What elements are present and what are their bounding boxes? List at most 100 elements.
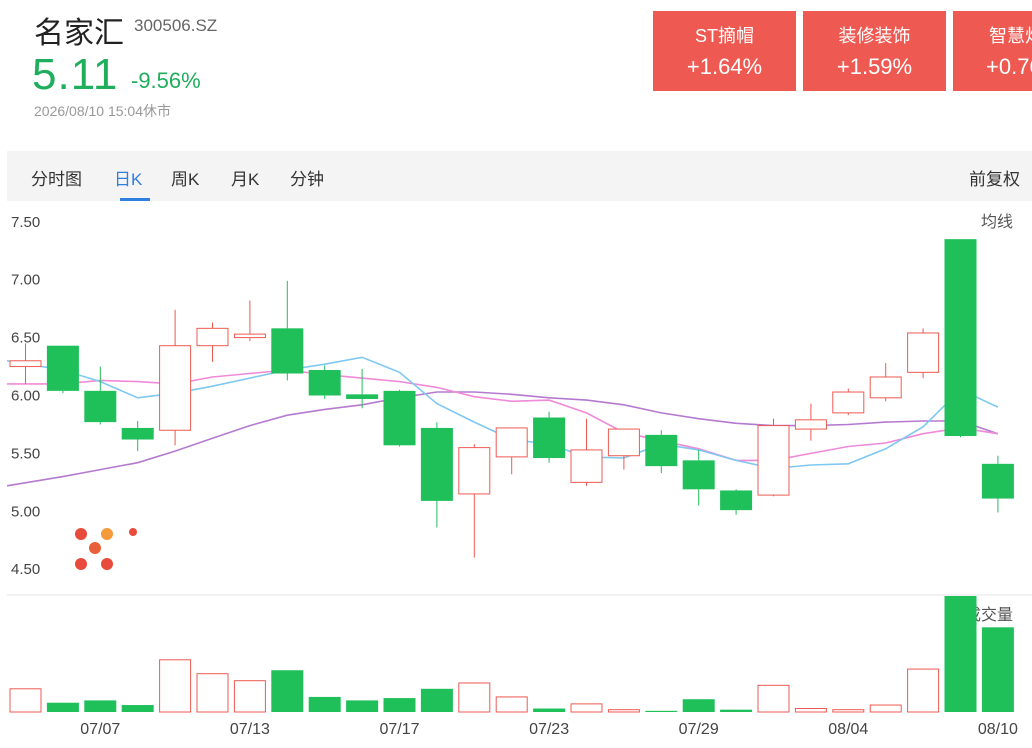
sector-change: +1.59% [836, 54, 913, 79]
tab-intraday[interactable]: 分时图 [31, 165, 82, 190]
candles [9, 239, 1014, 558]
moving-average-lines [6, 356, 999, 487]
candle-body [495, 427, 528, 458]
tab-daily-k[interactable]: 日K [114, 165, 142, 190]
candle [533, 411, 566, 463]
candle-body [682, 460, 715, 490]
candle-body [720, 490, 753, 511]
candle [196, 322, 229, 362]
volume-bars [9, 596, 1014, 713]
tab-monthly-k[interactable]: 月K [231, 165, 259, 190]
candle-body [159, 345, 192, 431]
candle-body [944, 239, 977, 437]
sector-card-st[interactable]: ST摘帽 +1.64% [653, 11, 796, 91]
x-axis: 07/07 07/13 07/17 07/23 07/29 08/04 08/10 [80, 721, 1018, 738]
candle-body [121, 427, 154, 440]
y-axis: 7.507.006.506.005.505.004.50 [11, 214, 40, 578]
candle [383, 389, 416, 447]
watermark-logo [75, 528, 137, 570]
candle [682, 449, 715, 506]
volume-bar [159, 659, 192, 713]
ma-legend-label: 均线 [981, 213, 1013, 231]
volume-bar [720, 709, 753, 712]
tab-weekly-k[interactable]: 周K [171, 165, 199, 190]
x-tick-label: 07/07 [80, 721, 120, 738]
candle [794, 403, 827, 441]
candle [9, 343, 42, 384]
candle [645, 430, 678, 474]
sector-change: +0.76% [986, 54, 1032, 79]
volume-bar [682, 699, 715, 712]
candle-body [907, 332, 940, 373]
candle [233, 300, 266, 342]
price-adjust-toggle[interactable]: 前复权 [969, 165, 1020, 190]
candle [458, 444, 491, 558]
candle-body [383, 390, 416, 446]
volume-bar [570, 703, 603, 713]
logo-dot [75, 558, 87, 570]
volume-bar [869, 704, 902, 713]
volume-bar [757, 684, 790, 713]
sector-card-decoration[interactable]: 装修装饰 +1.59% [803, 11, 946, 91]
kline-chart[interactable]: 均线 成交量 7.50 7.00 6.50 6.00 5.50 5.00 4.50 07/0… [6, 202, 1032, 743]
sector-name: 装修装饰 [838, 26, 911, 46]
candle-body [196, 327, 229, 347]
candle-body [458, 447, 491, 495]
volume-bar [645, 710, 678, 712]
sector-name: 智慧灯 [989, 26, 1032, 46]
candle-body [308, 370, 341, 396]
sector-change: +1.64% [686, 54, 763, 79]
candle [308, 365, 341, 399]
candle-body [757, 425, 790, 496]
volume-bar [944, 596, 977, 712]
candle [420, 422, 453, 528]
volume-bar [84, 700, 117, 712]
candle-body [981, 463, 1014, 499]
y-tick-label: 5.00 [11, 503, 40, 520]
stock-name: 名家汇 [34, 17, 124, 50]
candle-body [794, 419, 827, 430]
candle-body [84, 390, 117, 423]
price-change-percent: -9.56% [131, 68, 201, 93]
volume-bar [383, 698, 416, 712]
candle [46, 345, 79, 394]
y-tick-label: 5.50 [11, 445, 40, 462]
volume-bar [981, 627, 1014, 712]
candle-body [233, 333, 266, 339]
candle-body [9, 360, 42, 368]
logo-dot [75, 528, 87, 540]
candle-body [869, 376, 902, 399]
volume-bar [121, 705, 154, 712]
candle [832, 388, 865, 416]
y-tick-label: 7.50 [11, 214, 40, 231]
x-tick-label: 08/04 [828, 721, 868, 738]
volume-bar [346, 700, 379, 712]
candle [720, 489, 753, 515]
tab-minute[interactable]: 分钟 [290, 165, 324, 190]
chart-tab-bar: 分时图 日K 周K 月K 分钟 前复权 [7, 151, 1032, 201]
candle-body [607, 428, 640, 457]
candle [944, 239, 977, 438]
candle-body [420, 427, 453, 501]
y-tick-label: 6.00 [11, 388, 40, 405]
volume-bar [196, 673, 229, 713]
candle [607, 428, 640, 470]
candle [159, 309, 192, 446]
x-tick-label: 07/13 [230, 721, 270, 738]
sector-card-smart-light[interactable]: 智慧灯 +0.76% [953, 11, 1032, 91]
stock-code: 300506.SZ [134, 16, 218, 35]
kline-chart-svg: 均线 成交量 7.507.006.506.005.505.004.50 07/0… [6, 213, 1032, 738]
y-tick-label: 4.50 [11, 561, 40, 578]
logo-dot [101, 558, 113, 570]
candle [271, 280, 304, 381]
volume-bar [794, 708, 827, 713]
quote-timestamp: 2026/08/10 15:04休市 [34, 103, 171, 119]
current-price: 5.11 [32, 50, 119, 99]
candle-body [645, 434, 678, 467]
candle [495, 427, 528, 475]
volume-bar [907, 668, 940, 713]
volume-bar [271, 670, 304, 712]
candle-body [533, 417, 566, 459]
x-tick-label: 07/29 [679, 721, 719, 738]
volume-bar [420, 688, 453, 712]
